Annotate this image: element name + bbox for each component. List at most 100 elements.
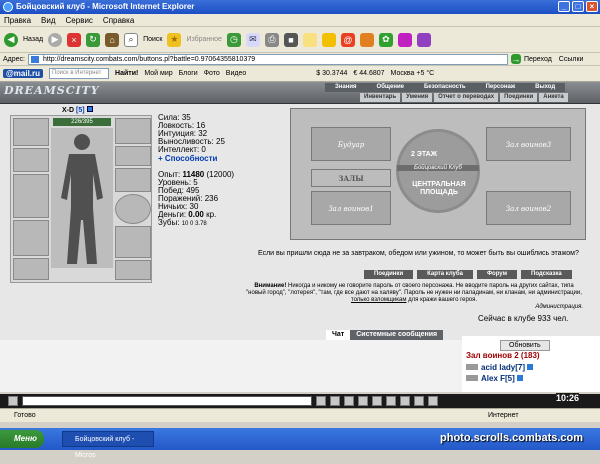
menu-help[interactable]: Справка: [103, 14, 134, 26]
subnav-skills[interactable]: Умения: [402, 93, 433, 102]
nav-security[interactable]: Безопасность: [413, 83, 476, 92]
menu-tools[interactable]: Сервис: [66, 14, 93, 26]
minimize-button[interactable]: _: [558, 1, 570, 12]
room-club[interactable]: Бойцовский Клуб: [397, 165, 479, 171]
menu-edit[interactable]: Правка: [4, 14, 31, 26]
clear-icon[interactable]: [330, 396, 340, 406]
taskbar-item[interactable]: Бойцовский клуб - Micros: [62, 431, 154, 459]
edit-icon[interactable]: ■: [283, 32, 298, 47]
earring-slot[interactable]: [115, 118, 151, 144]
translit-icon[interactable]: [372, 396, 382, 406]
room-central-square[interactable]: ЦЕНТРАЛЬНАЯ ПЛОЩАДЬ: [409, 181, 469, 197]
home-icon[interactable]: ⌂: [105, 32, 120, 47]
exit-chat-icon[interactable]: [428, 396, 438, 406]
stop-icon[interactable]: ×: [67, 32, 82, 47]
forward-arrow-icon[interactable]: ▶: [48, 32, 63, 47]
boots-slot[interactable]: [115, 260, 151, 280]
usd-rate[interactable]: $ 30.3744: [316, 70, 347, 77]
room-floor2[interactable]: 2 ЭТАЖ: [411, 151, 437, 158]
favorites-star-icon[interactable]: ★: [167, 32, 182, 47]
search-icon[interactable]: ⌕: [124, 32, 139, 47]
find-button[interactable]: Найти!: [115, 70, 138, 77]
chat-input[interactable]: [22, 396, 312, 406]
notice-end: для кражи вашего героя.: [408, 297, 478, 303]
nav-character[interactable]: Персонаж: [475, 83, 526, 92]
chat-options-icon[interactable]: [8, 396, 18, 406]
bracers-slot[interactable]: [13, 148, 49, 172]
refresh-chat-icon[interactable]: [414, 396, 424, 406]
go-arrow-icon[interactable]: →: [510, 54, 521, 64]
close-button[interactable]: ×: [586, 1, 598, 12]
scroll-icon[interactable]: [400, 396, 410, 406]
filter-icon[interactable]: [358, 396, 368, 406]
mymir-link[interactable]: Мой мир: [144, 70, 172, 77]
nav-exit[interactable]: Выход: [525, 83, 566, 92]
duels-button[interactable]: Поединки: [364, 270, 414, 279]
subnav-profile[interactable]: Анкета: [539, 93, 568, 102]
rings-slot[interactable]: [115, 168, 151, 192]
address-input[interactable]: http://dreamscity.combats.com/buttons.pl…: [27, 53, 508, 65]
menu-view[interactable]: Вид: [41, 14, 55, 26]
armor-slot[interactable]: [13, 220, 49, 256]
send-icon[interactable]: [316, 396, 326, 406]
player-list-item[interactable]: acid lady[7]: [466, 363, 534, 372]
favorites-button-label[interactable]: Избранное: [186, 36, 221, 43]
history-icon[interactable]: ◷: [226, 32, 241, 47]
shield-slot[interactable]: [115, 194, 151, 224]
info-icon[interactable]: [86, 106, 93, 112]
nav-communication[interactable]: Общение: [366, 83, 414, 92]
amulet-slot[interactable]: [115, 146, 151, 166]
sound-icon[interactable]: [386, 396, 396, 406]
video-link[interactable]: Видео: [226, 70, 246, 77]
media-icon[interactable]: [416, 32, 431, 47]
weapon-slot[interactable]: [13, 174, 49, 218]
photo-link[interactable]: Фото: [204, 70, 220, 77]
tab-system-messages[interactable]: Системные сообщения: [350, 330, 444, 340]
start-button[interactable]: Меню: [0, 430, 44, 448]
player-list-item[interactable]: Alex F[5]: [466, 374, 524, 383]
mail-icon[interactable]: ✉: [245, 32, 260, 47]
subnav-duels[interactable]: Поединки: [500, 93, 538, 102]
info-icon[interactable]: [517, 375, 524, 381]
blogs-link[interactable]: Блоги: [179, 70, 198, 77]
discuss-icon[interactable]: [302, 32, 317, 47]
tab-chat[interactable]: Чат: [326, 330, 351, 340]
print-icon[interactable]: ⎙: [264, 32, 279, 47]
room-boudoir[interactable]: Будуар: [311, 127, 391, 161]
back-arrow-icon[interactable]: ◀: [4, 32, 18, 47]
notice-link[interactable]: только взломщикам: [351, 297, 407, 303]
info-icon[interactable]: [527, 364, 534, 370]
smiles-icon[interactable]: [344, 396, 354, 406]
flower-icon[interactable]: ✿: [378, 32, 393, 47]
maximize-button[interactable]: □: [572, 1, 584, 12]
room-hall3[interactable]: Зал воинов3: [486, 127, 571, 161]
club-map-button[interactable]: Карта клуба: [417, 270, 473, 279]
abilities-link[interactable]: + Способности: [158, 155, 225, 163]
icq-icon[interactable]: @: [340, 32, 355, 47]
belt-slot[interactable]: [13, 258, 49, 280]
subnav-transfers[interactable]: Отчет о переводах: [434, 93, 499, 102]
messenger-icon[interactable]: [321, 32, 336, 47]
mailru-logo[interactable]: @mail.ru: [3, 69, 44, 78]
refresh-button[interactable]: Обновить: [500, 340, 550, 351]
search-button-label[interactable]: Поиск: [143, 36, 162, 43]
hint-button[interactable]: Подсказка: [521, 270, 572, 279]
game-logo: DREAMSCITY: [4, 84, 100, 97]
forum-button[interactable]: Форум: [476, 270, 518, 279]
room-hall1[interactable]: Зал воинов1: [311, 191, 391, 225]
bookmark-icon[interactable]: [359, 32, 374, 47]
web-search-input[interactable]: Поиск в Интернет: [49, 68, 110, 79]
pants-slot[interactable]: [115, 226, 151, 258]
back-button-label[interactable]: Назад: [23, 36, 43, 43]
eur-rate[interactable]: € 44.6807: [353, 70, 384, 77]
character-name[interactable]: X-D [5]: [62, 106, 93, 114]
links-button[interactable]: Ссылки: [559, 56, 584, 63]
plugin-icon[interactable]: [397, 32, 412, 47]
refresh-icon[interactable]: ↻: [86, 32, 101, 47]
room-hall2[interactable]: Зал воинов2: [486, 191, 571, 225]
subnav-inventory[interactable]: Инвентарь: [360, 93, 401, 102]
nav-knowledge[interactable]: Знания: [325, 83, 367, 92]
helmet-slot[interactable]: [13, 118, 49, 146]
go-button[interactable]: Переход: [524, 56, 552, 63]
weather-link[interactable]: Москва +5 °С: [391, 70, 435, 77]
